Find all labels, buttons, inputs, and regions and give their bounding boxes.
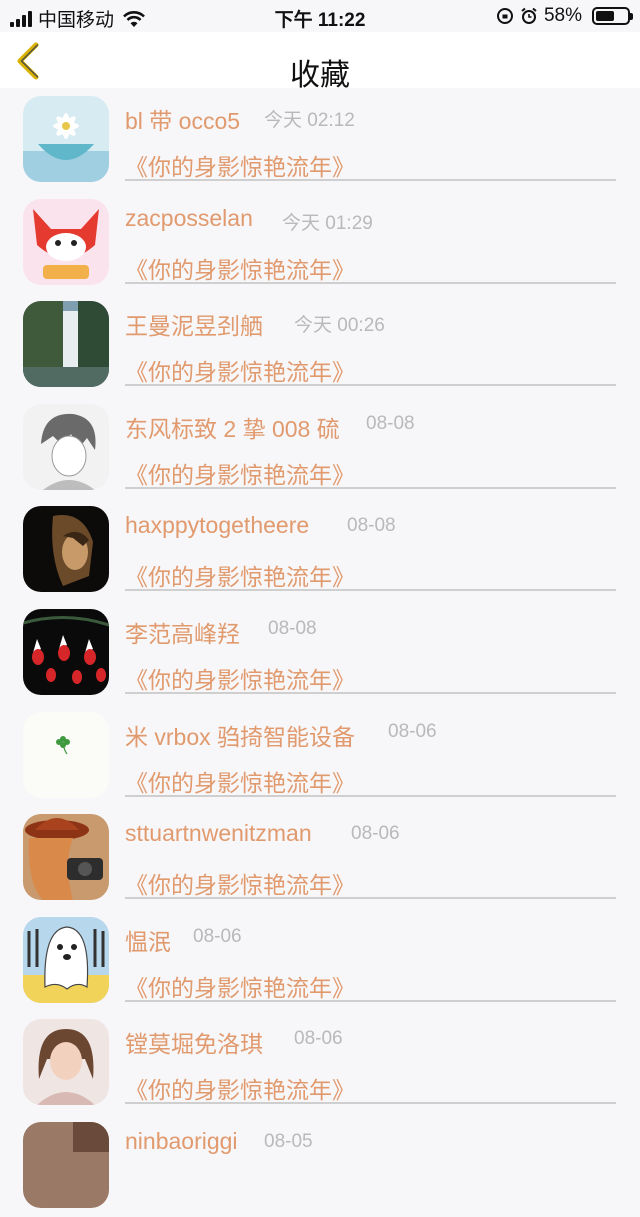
divider <box>125 589 616 592</box>
item-name: sttuartnwenitzman <box>125 820 312 847</box>
divider <box>125 1102 616 1105</box>
avatar <box>23 1121 109 1208</box>
avatar <box>23 403 109 490</box>
avatar <box>23 916 109 1003</box>
avatar <box>23 301 109 388</box>
item-time: 08-06 <box>351 823 400 845</box>
list-item[interactable]: 愠泯 08-06 《你的身影惊艳流年》 <box>0 909 640 1012</box>
item-subtitle: 《你的身影惊艳流年》 <box>125 974 355 1001</box>
divider <box>125 691 616 694</box>
item-name: ninbaoriggi <box>125 1127 238 1154</box>
alarm-icon <box>521 7 537 24</box>
item-time: 08-08 <box>366 412 415 434</box>
list-item[interactable]: bl 带 occo5 今天 02:12 《你的身影惊艳流年》 <box>0 88 640 191</box>
item-subtitle: 《你的身影惊艳流年》 <box>125 359 355 386</box>
divider <box>125 384 616 387</box>
item-name: 东风标致 2 挚 008 硫 <box>125 415 340 442</box>
list-item[interactable]: 东风标致 2 挚 008 硫 08-08 《你的身影惊艳流年》 <box>0 396 640 499</box>
item-time: 08-06 <box>193 925 242 947</box>
item-name: 镗莫堀免洛琪 <box>125 1031 263 1058</box>
item-name: 王曼泥昱刭舾 <box>125 313 263 340</box>
list-item[interactable]: ninbaoriggi 08-05 <box>0 1114 640 1217</box>
list-item[interactable]: haxppytogetheere 08-08 《你的身影惊艳流年》 <box>0 498 640 601</box>
item-time: 今天 02:12 <box>264 110 355 131</box>
divider <box>125 999 616 1002</box>
avatar <box>23 608 109 695</box>
avatar <box>23 1019 109 1106</box>
item-name: 愠泯 <box>125 928 171 955</box>
item-time: 08-08 <box>347 515 396 537</box>
avatar <box>23 814 109 901</box>
list-item[interactable]: 李范高峰羟 08-08 《你的身影惊艳流年》 <box>0 601 640 704</box>
item-name: bl 带 occo5 <box>125 108 241 134</box>
status-bar: 中国移动 下午 11:22 58% <box>0 0 640 32</box>
item-subtitle: 《你的身影惊艳流年》 <box>125 1077 355 1104</box>
rotation-lock-icon <box>496 8 513 24</box>
divider <box>125 179 616 181</box>
item-subtitle: 《你的身影惊艳流年》 <box>125 154 355 180</box>
item-name: 李范高峰羟 <box>125 620 240 647</box>
navigation-bar: 收藏 <box>0 32 640 92</box>
list-item[interactable]: zacposselan 今天 01:29 《你的身影惊艳流年》 <box>0 191 640 294</box>
item-name: zacposselan <box>125 204 253 231</box>
item-time: 08-08 <box>268 617 317 639</box>
item-time: 今天 01:29 <box>282 212 373 234</box>
divider <box>125 794 616 797</box>
item-subtitle: 《你的身影惊艳流年》 <box>125 461 355 488</box>
item-time: 08-06 <box>388 720 437 742</box>
item-time: 08-05 <box>264 1130 313 1152</box>
list-item[interactable]: 镗莫堀免洛琪 08-06 《你的身影惊艳流年》 <box>0 1011 640 1114</box>
list-item[interactable]: 王曼泥昱刭舾 今天 00:26 《你的身影惊艳流年》 <box>0 293 640 396</box>
avatar <box>23 711 109 798</box>
status-right: 58% <box>496 5 633 27</box>
item-subtitle: 《你的身影惊艳流年》 <box>125 256 355 283</box>
divider <box>125 486 616 489</box>
divider <box>125 281 616 284</box>
battery-percent: 58% <box>543 5 582 26</box>
favorites-list: bl 带 occo5 今天 02:12 《你的身影惊艳流年》 zacpossel… <box>0 88 640 1217</box>
item-subtitle: 《你的身影惊艳流年》 <box>125 872 355 899</box>
list-item[interactable]: 米 vrbox 驺掎智能设备 08-06 《你的身影惊艳流年》 <box>0 704 640 807</box>
item-time: 今天 00:26 <box>294 315 385 337</box>
item-subtitle: 《你的身影惊艳流年》 <box>125 666 355 693</box>
item-time: 08-06 <box>294 1028 343 1050</box>
item-name: haxppytogetheere <box>125 512 310 539</box>
list-item[interactable]: sttuartnwenitzman 08-06 《你的身影惊艳流年》 <box>0 806 640 909</box>
item-subtitle: 《你的身影惊艳流年》 <box>125 769 355 796</box>
avatar <box>23 506 109 593</box>
avatar <box>23 96 109 182</box>
item-subtitle: 《你的身影惊艳流年》 <box>125 564 355 591</box>
avatar <box>23 198 109 285</box>
item-name: 米 vrbox 驺掎智能设备 <box>125 723 356 750</box>
battery-icon <box>592 7 633 25</box>
divider <box>125 897 616 900</box>
